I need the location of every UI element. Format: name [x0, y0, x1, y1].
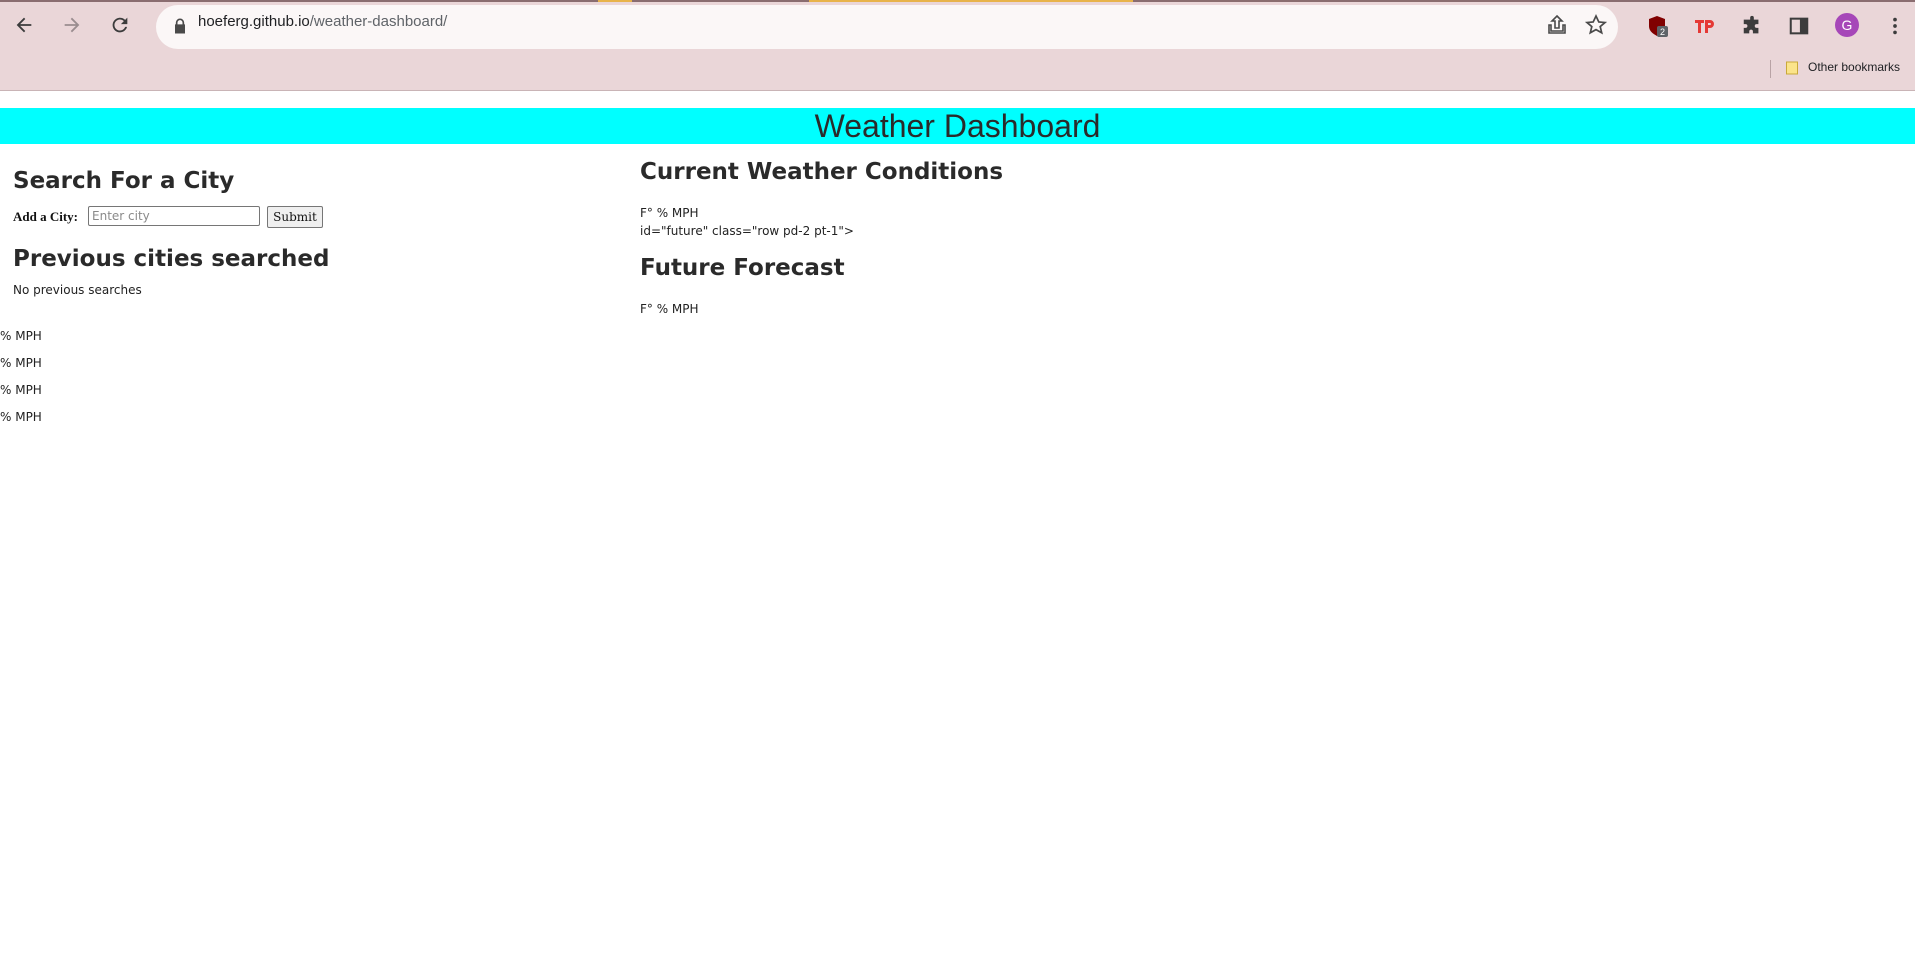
puzzle-icon	[1743, 15, 1759, 34]
share-icon[interactable]	[1545, 13, 1569, 37]
browser-menu-button[interactable]	[1881, 12, 1909, 40]
back-button[interactable]	[7, 8, 41, 42]
stray-text-line: % MPH	[0, 329, 42, 343]
tp-extension-icon	[1695, 20, 1714, 33]
profile-avatar[interactable]: G	[1835, 13, 1859, 37]
city-search-input[interactable]	[88, 206, 260, 226]
search-heading: Search For a City	[13, 168, 235, 194]
lock-icon[interactable]	[170, 16, 190, 36]
browser-chrome: hoeferg.github.io/weather-dashboard/ 2 G…	[0, 0, 1915, 91]
forward-arrow-icon	[64, 17, 80, 33]
url-path: /weather-dashboard/	[309, 13, 448, 30]
future-forecast-heading: Future Forecast	[640, 255, 845, 281]
page-title: Weather Dashboard	[814, 108, 1101, 144]
tab-highlight	[598, 0, 632, 2]
tab-strip-edge	[0, 0, 1915, 2]
future-forecast-line: F° % MPH	[640, 302, 699, 316]
leaked-markup-text: id="future" class="row pd-2 pt-1">	[640, 224, 854, 238]
url-host: hoeferg.github.io	[198, 13, 310, 30]
tab-highlight	[809, 0, 1133, 2]
stray-text-line: % MPH	[0, 410, 42, 424]
stray-text-line: % MPH	[0, 383, 42, 397]
page-header-banner: Weather Dashboard	[0, 108, 1915, 144]
bookmarks-divider	[1770, 60, 1771, 78]
ublock-extension-button[interactable]: 2	[1643, 12, 1671, 40]
submit-button[interactable]: Submit	[267, 206, 323, 228]
no-history-text: No previous searches	[13, 283, 142, 297]
reload-icon	[112, 17, 128, 33]
current-weather-heading: Current Weather Conditions	[640, 159, 1004, 185]
current-weather-line: F° % MPH	[640, 206, 699, 220]
extension-badge: 2	[1660, 27, 1665, 37]
extensions-button[interactable]	[1738, 12, 1766, 40]
url-text[interactable]: hoeferg.github.io/weather-dashboard/	[198, 13, 447, 30]
back-arrow-icon	[16, 17, 32, 33]
reload-button[interactable]	[103, 8, 137, 42]
folder-icon	[1786, 61, 1798, 75]
side-panel-button[interactable]	[1785, 12, 1813, 40]
tp-extension-button[interactable]	[1690, 12, 1718, 40]
stray-text-line: % MPH	[0, 356, 42, 370]
forward-button[interactable]	[55, 8, 89, 42]
other-bookmarks-link[interactable]: Other bookmarks	[1808, 60, 1900, 74]
side-panel-icon	[1789, 17, 1809, 35]
city-label: Add a City:	[13, 209, 79, 224]
history-heading: Previous cities searched	[13, 246, 330, 272]
ublock-icon: 2	[1649, 16, 1668, 37]
kebab-menu-icon	[1893, 17, 1897, 35]
bookmark-star-icon[interactable]	[1584, 13, 1608, 37]
